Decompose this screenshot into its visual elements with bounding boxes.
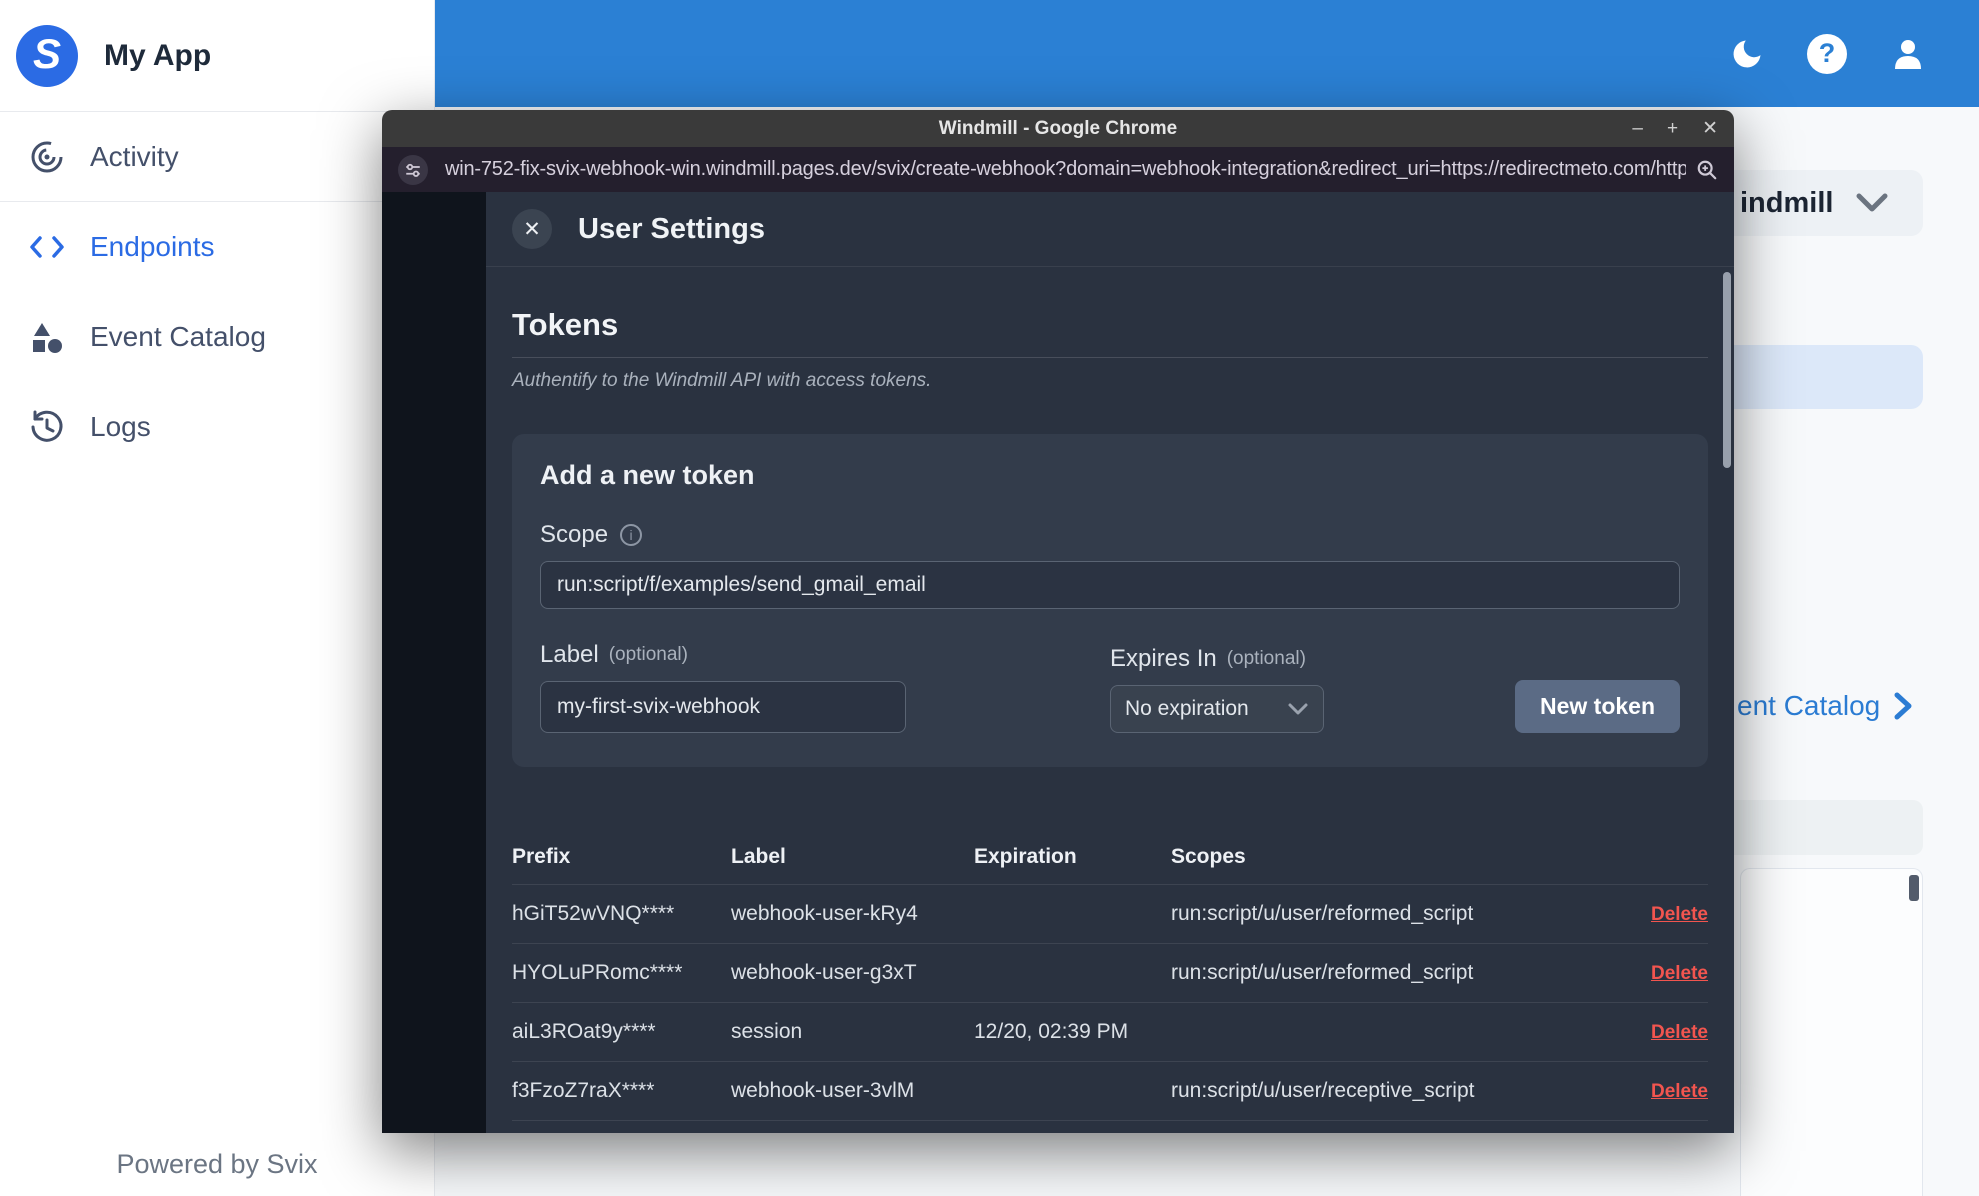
sidebar-item-endpoints[interactable]: Endpoints — [0, 202, 434, 292]
help-icon[interactable]: ? — [1807, 33, 1847, 74]
code-brackets-icon — [26, 232, 68, 262]
page-backdrop — [382, 192, 486, 1133]
expires-in-value: No expiration — [1125, 697, 1249, 720]
close-icon: ✕ — [523, 217, 541, 241]
info-icon: i — [620, 524, 643, 546]
org-dropdown-label: indmill — [1740, 186, 1834, 219]
modal-header: ✕ User Settings — [486, 192, 1734, 267]
expires-optional: (optional) — [1226, 648, 1306, 669]
sidebar-item-label: Endpoints — [90, 231, 215, 262]
sidebar-item-label: Event Catalog — [90, 321, 266, 352]
token-prefix: f3FzoZ7raX**** — [512, 1079, 655, 1102]
sidebar: S My App Activity Endpoints Event Catalo… — [0, 0, 435, 1196]
app-name: My App — [104, 38, 212, 72]
tokens-table: Prefix Label Expiration Scopes hGiT52wVN… — [512, 829, 1708, 1133]
tokens-subtitle: Authentify to the Windmill API with acce… — [512, 370, 932, 391]
dark-mode-moon-icon[interactable] — [1729, 36, 1765, 72]
col-header-scopes: Scopes — [1171, 844, 1246, 868]
tokens-heading: Tokens — [512, 307, 619, 342]
modal-title: User Settings — [578, 212, 765, 245]
divider — [512, 357, 1708, 358]
app-header: ? — [435, 0, 1979, 107]
maximize-button[interactable]: + — [1667, 119, 1678, 138]
sidebar-item-logs[interactable]: Logs — [0, 382, 434, 472]
shapes-icon — [26, 319, 68, 355]
delete-token-link[interactable]: Delete — [1651, 904, 1708, 925]
user-avatar-icon[interactable] — [1889, 35, 1927, 73]
close-window-button[interactable]: ✕ — [1702, 119, 1718, 138]
token-label: webhook-user-g3xT — [731, 961, 917, 984]
activity-icon — [26, 139, 68, 175]
minimize-button[interactable]: – — [1632, 119, 1643, 138]
delete-token-link[interactable]: Delete — [1651, 963, 1708, 984]
token-scopes: run:script/u/user/receptive_script — [1171, 1079, 1475, 1102]
col-header-label: Label — [731, 844, 786, 868]
panel-scrollbar[interactable] — [1909, 875, 1919, 901]
table-row: f3FzoZ7raX**** webhook-user-3vlM run:scr… — [512, 1062, 1708, 1121]
sidebar-header: S My App — [0, 0, 434, 112]
chevron-right-icon — [1894, 692, 1912, 720]
modal-scrollbar[interactable] — [1723, 272, 1731, 468]
delete-token-link[interactable]: Delete — [1651, 1022, 1708, 1043]
zoom-magnifier-icon[interactable] — [1696, 159, 1718, 181]
add-token-heading: Add a new token — [540, 460, 755, 490]
window-title: Windmill - Google Chrome — [938, 117, 1178, 139]
token-prefix: HYOLuPRomc**** — [512, 961, 683, 984]
label-label: Label — [540, 641, 599, 668]
label-optional: (optional) — [608, 644, 688, 665]
col-header-expiration: Expiration — [974, 844, 1077, 868]
token-prefix: aiL3ROat9y**** — [512, 1020, 656, 1043]
expires-in-select[interactable]: No expiration — [1110, 685, 1324, 733]
scope-label: Scope — [540, 521, 609, 548]
window-titlebar[interactable]: Windmill - Google Chrome – + ✕ — [382, 110, 1734, 147]
token-prefix: hGiT52wVNQ**** — [512, 902, 675, 925]
table-row: aiL3ROat9y**** session 12/20, 02:39 PM D… — [512, 1003, 1708, 1062]
sidebar-item-label: Activity — [90, 140, 179, 172]
close-modal-button[interactable]: ✕ — [512, 209, 552, 249]
token-scopes: run:script/u/user/reformed_script — [1171, 961, 1474, 984]
table-header-row: Prefix Label Expiration Scopes — [512, 829, 1708, 885]
user-settings-modal: ✕ User Settings Tokens Authentify to the… — [486, 192, 1734, 1133]
site-settings-icon[interactable] — [398, 154, 428, 185]
svix-logo-icon: S — [16, 24, 78, 87]
chrome-window: Windmill - Google Chrome – + ✕ win-752-f… — [382, 110, 1734, 1133]
history-clock-icon — [26, 409, 68, 445]
sidebar-item-label: Logs — [90, 411, 151, 442]
modal-body: Tokens Authentify to the Windmill API wi… — [486, 267, 1734, 1133]
delete-token-link[interactable]: Delete — [1651, 1081, 1708, 1102]
token-expiration: 12/20, 02:39 PM — [974, 1020, 1129, 1043]
expires-in-label: Expires In — [1110, 645, 1217, 672]
token-label: session — [731, 1020, 803, 1043]
chevron-down-icon — [1856, 193, 1888, 212]
content-panel — [1740, 868, 1923, 1196]
label-input[interactable] — [540, 681, 906, 733]
powered-by-svix: Powered by Svix — [116, 1149, 318, 1179]
token-scopes: run:script/u/user/reformed_script — [1171, 902, 1474, 925]
col-header-prefix: Prefix — [512, 844, 571, 868]
new-token-button[interactable]: New token — [1515, 680, 1680, 733]
table-row: 3YeOiKpLwq**** session 12/20, 12:26 PM D… — [512, 1121, 1708, 1133]
sidebar-item-event-catalog[interactable]: Event Catalog — [0, 292, 434, 382]
url-bar[interactable]: win-752-fix-svix-webhook-win.windmill.pa… — [382, 147, 1734, 192]
table-row: HYOLuPRomc**** webhook-user-g3xT run:scr… — [512, 944, 1708, 1003]
token-label: webhook-user-3vlM — [731, 1079, 915, 1102]
sidebar-item-activity[interactable]: Activity — [0, 112, 434, 202]
table-row: hGiT52wVNQ**** webhook-user-kRy4 run:scr… — [512, 885, 1708, 944]
add-token-card: Add a new token Scope i Label (optional) — [512, 434, 1708, 767]
scope-input[interactable] — [540, 561, 1680, 609]
event-catalog-link[interactable]: ent Catalog — [1737, 690, 1914, 722]
browser-viewport: ✕ User Settings Tokens Authentify to the… — [382, 192, 1734, 1133]
chevron-down-icon — [1288, 703, 1308, 715]
event-catalog-link-label: ent Catalog — [1737, 690, 1881, 721]
url-text[interactable]: win-752-fix-svix-webhook-win.windmill.pa… — [445, 158, 1686, 181]
token-label: webhook-user-kRy4 — [731, 902, 918, 925]
